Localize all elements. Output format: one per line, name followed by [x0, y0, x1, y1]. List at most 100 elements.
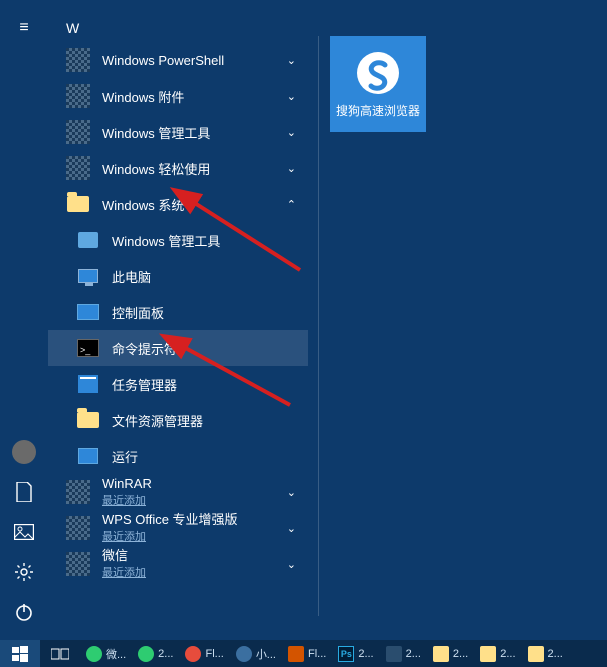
chevron-down-icon: ⌄	[287, 486, 296, 499]
app-icon	[66, 552, 90, 576]
taskbar-app[interactable]: 2...	[522, 640, 569, 667]
sub-label: 命令提示符	[112, 339, 177, 358]
start-button[interactable]	[0, 640, 40, 667]
app-label: WPS Office 专业增强版	[102, 512, 238, 528]
start-left-rail: ≡	[0, 0, 48, 640]
hamburger-button[interactable]: ≡	[0, 8, 48, 48]
sub-label: 运行	[112, 447, 138, 466]
cmd-icon	[77, 339, 99, 357]
sub-item-file-explorer[interactable]: 文件资源管理器	[48, 402, 308, 438]
sub-label: 控制面板	[112, 303, 164, 322]
sub-item-run[interactable]: 运行	[48, 438, 308, 474]
sub-label: Windows 管理工具	[112, 231, 220, 250]
taskbar-app-label: 2...	[500, 648, 515, 660]
app-item-windows-system[interactable]: Windows 系统 ⌃	[48, 186, 308, 222]
hamburger-icon: ≡	[19, 19, 28, 37]
documents-button[interactable]	[0, 472, 48, 512]
app-label: Windows 管理工具	[102, 123, 210, 142]
settings-button[interactable]	[0, 552, 48, 592]
app-label: Windows 轻松使用	[102, 159, 210, 178]
app-item-ease-of-access[interactable]: Windows 轻松使用 ⌄	[48, 150, 308, 186]
app-label: Windows 系统	[102, 195, 184, 214]
app-item-wechat[interactable]: 微信 最近添加 ⌄	[48, 546, 308, 582]
chevron-up-icon: ⌃	[287, 198, 296, 211]
taskbar-app-label: 2...	[358, 648, 373, 660]
app-item-wps[interactable]: WPS Office 专业增强版 最近添加 ⌄	[48, 510, 308, 546]
app-icon	[66, 516, 90, 540]
app-label: WinRAR	[102, 476, 152, 492]
picture-icon	[14, 524, 34, 540]
chevron-down-icon: ⌄	[287, 522, 296, 535]
sub-label: 文件资源管理器	[112, 411, 203, 430]
windows-icon	[12, 646, 28, 662]
taskbar-app-label: 2...	[158, 648, 173, 660]
app-label: 微信	[102, 548, 146, 564]
recently-added-label: 最近添加	[102, 528, 238, 544]
tools-icon	[78, 232, 98, 248]
gear-icon	[14, 562, 34, 582]
taskbar-app-ps[interactable]: Ps 2...	[332, 640, 379, 667]
taskbar-app-label: 2...	[548, 648, 563, 660]
chevron-down-icon: ⌄	[287, 90, 296, 103]
power-button[interactable]	[0, 592, 48, 632]
sub-item-control-panel[interactable]: 控制面板	[48, 294, 308, 330]
sub-item-admin-tools[interactable]: Windows 管理工具	[48, 222, 308, 258]
taskbar-app[interactable]: 微...	[80, 640, 132, 667]
taskbar-app[interactable]: 2...	[474, 640, 521, 667]
sogou-icon	[355, 50, 401, 96]
taskbar-app-icon	[138, 646, 154, 662]
sub-item-task-manager[interactable]: 任务管理器	[48, 366, 308, 402]
taskbar-app[interactable]: 2...	[427, 640, 474, 667]
pc-icon	[78, 269, 98, 283]
chevron-down-icon: ⌄	[287, 54, 296, 67]
taskbar-app-icon	[480, 646, 496, 662]
sub-label: 任务管理器	[112, 375, 177, 394]
sub-label: 此电脑	[112, 267, 151, 286]
taskbar-app-icon	[386, 646, 402, 662]
ps-icon: Ps	[338, 646, 354, 662]
vertical-divider	[318, 36, 319, 616]
taskbar-app-label: 微...	[106, 646, 126, 662]
taskbar-app-label: 2...	[406, 648, 421, 660]
app-item-powershell[interactable]: Windows PowerShell ⌄	[48, 42, 308, 78]
panel-icon	[77, 304, 99, 320]
app-item-admin-tools[interactable]: Windows 管理工具 ⌄	[48, 114, 308, 150]
chevron-down-icon: ⌄	[287, 558, 296, 571]
power-icon	[14, 602, 34, 622]
document-icon	[15, 482, 33, 502]
tiles-area: 搜狗高速浏览器	[330, 36, 426, 132]
task-icon	[78, 375, 98, 393]
taskbar-app[interactable]: 小...	[230, 640, 282, 667]
user-account-button[interactable]	[0, 432, 48, 472]
taskbar-app[interactable]: Fl...	[179, 640, 229, 667]
app-icon	[66, 156, 90, 180]
app-icon	[66, 120, 90, 144]
taskbar-app[interactable]: Fl...	[282, 640, 332, 667]
chevron-down-icon: ⌄	[287, 126, 296, 139]
taskbar-app-label: 小...	[256, 646, 276, 662]
section-header[interactable]: W	[48, 14, 308, 42]
recently-added-label: 最近添加	[102, 564, 146, 580]
taskbar-app-icon	[288, 646, 304, 662]
taskbar-app[interactable]: 2...	[380, 640, 427, 667]
app-icon	[66, 84, 90, 108]
taskbar-app-label: Fl...	[205, 648, 223, 660]
tile-sogou-browser[interactable]: 搜狗高速浏览器	[330, 36, 426, 132]
apps-list: W Windows PowerShell ⌄ Windows 附件 ⌄ Wind…	[48, 0, 308, 640]
run-icon	[78, 448, 98, 464]
task-view-icon	[51, 647, 69, 661]
pictures-button[interactable]	[0, 512, 48, 552]
app-item-winrar[interactable]: WinRAR 最近添加 ⌄	[48, 474, 308, 510]
taskbar: 微... 2... Fl... 小... Fl... Ps 2... 2... 2... 2...…	[0, 640, 607, 667]
avatar-icon	[12, 440, 36, 464]
taskbar-app-icon	[185, 646, 201, 662]
sub-item-this-pc[interactable]: 此电脑	[48, 258, 308, 294]
app-item-accessories[interactable]: Windows 附件 ⌄	[48, 78, 308, 114]
sub-item-command-prompt[interactable]: 命令提示符	[48, 330, 308, 366]
taskbar-app-icon	[236, 646, 252, 662]
taskbar-app[interactable]: 2...	[132, 640, 179, 667]
taskbar-app-label: Fl...	[308, 648, 326, 660]
taskbar-app-icon	[86, 646, 102, 662]
app-label: Windows 附件	[102, 87, 184, 106]
task-view-button[interactable]	[40, 640, 80, 667]
